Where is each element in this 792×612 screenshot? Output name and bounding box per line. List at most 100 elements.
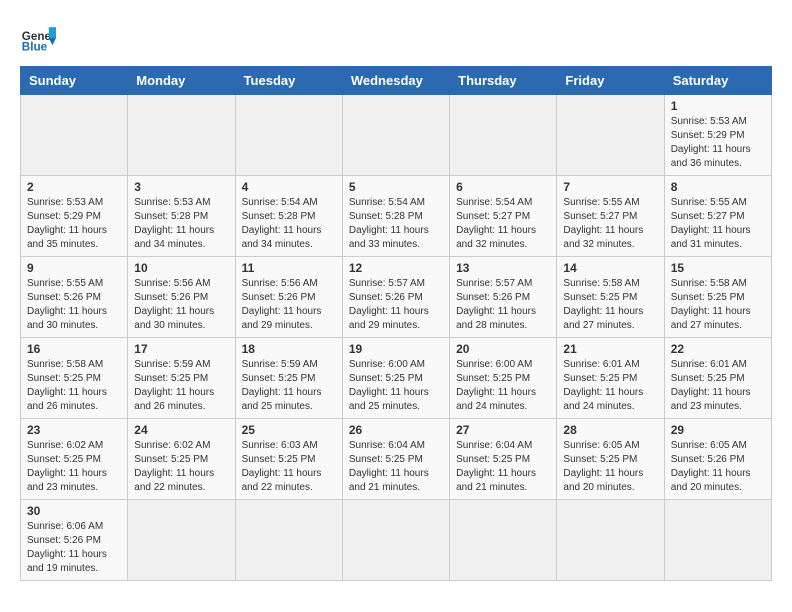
- calendar-cell: 25 Sunrise: 6:03 AMSunset: 5:25 PMDayligh…: [235, 419, 342, 500]
- day-info: Sunrise: 5:54 AMSunset: 5:28 PMDaylight:…: [349, 196, 443, 252]
- day-number: 2: [27, 180, 121, 194]
- day-info: Sunrise: 5:54 AMSunset: 5:27 PMDaylight:…: [456, 196, 550, 252]
- day-number: 22: [671, 342, 765, 356]
- day-number: 15: [671, 261, 765, 275]
- calendar-cell: [664, 500, 771, 581]
- calendar-cell: 16 Sunrise: 5:58 AMSunset: 5:25 PMDayligh…: [21, 338, 128, 419]
- day-info: Sunrise: 6:01 AMSunset: 5:25 PMDaylight:…: [563, 358, 657, 414]
- calendar-cell: 29 Sunrise: 6:05 AMSunset: 5:26 PMDayligh…: [664, 419, 771, 500]
- day-info: Sunrise: 5:55 AMSunset: 5:26 PMDaylight:…: [27, 277, 121, 333]
- day-info: Sunrise: 6:03 AMSunset: 5:25 PMDaylight:…: [242, 439, 336, 495]
- calendar-cell: [342, 500, 449, 581]
- day-info: Sunrise: 6:04 AMSunset: 5:25 PMDaylight:…: [349, 439, 443, 495]
- calendar-cell: 7 Sunrise: 5:55 AMSunset: 5:27 PMDaylight…: [557, 176, 664, 257]
- day-info: Sunrise: 6:04 AMSunset: 5:25 PMDaylight:…: [456, 439, 550, 495]
- day-info: Sunrise: 6:02 AMSunset: 5:25 PMDaylight:…: [134, 439, 228, 495]
- day-number: 10: [134, 261, 228, 275]
- calendar-cell: 26Sunrise: 6:04 AMSunset: 5:25 PMDayligh…: [342, 419, 449, 500]
- day-number: 17: [134, 342, 228, 356]
- day-number: 7: [563, 180, 657, 194]
- day-info: Sunrise: 5:56 AMSunset: 5:26 PMDaylight:…: [242, 277, 336, 333]
- calendar-cell: [342, 95, 449, 176]
- calendar-cell: 20 Sunrise: 6:00 AMSunset: 5:25 PMDayligh…: [450, 338, 557, 419]
- day-info: Sunrise: 5:57 AMSunset: 5:26 PMDaylight:…: [456, 277, 550, 333]
- day-number: 12: [349, 261, 443, 275]
- calendar-cell: 27 Sunrise: 6:04 AMSunset: 5:25 PMDayligh…: [450, 419, 557, 500]
- day-number: 8: [671, 180, 765, 194]
- calendar-cell: 4 Sunrise: 5:54 AMSunset: 5:28 PMDaylight…: [235, 176, 342, 257]
- day-number: 24: [134, 423, 228, 437]
- calendar-cell: 3 Sunrise: 5:53 AMSunset: 5:28 PMDaylight…: [128, 176, 235, 257]
- day-info: Sunrise: 5:58 AMSunset: 5:25 PMDaylight:…: [671, 277, 765, 333]
- weekday-header-saturday: Saturday: [664, 67, 771, 95]
- calendar-cell: [450, 95, 557, 176]
- day-number: 3: [134, 180, 228, 194]
- day-number: 20: [456, 342, 550, 356]
- weekday-header-tuesday: Tuesday: [235, 67, 342, 95]
- day-info: Sunrise: 5:59 AMSunset: 5:25 PMDaylight:…: [134, 358, 228, 414]
- weekday-header-sunday: Sunday: [21, 67, 128, 95]
- day-number: 9: [27, 261, 121, 275]
- calendar-cell: 22 Sunrise: 6:01 AMSunset: 5:25 PMDayligh…: [664, 338, 771, 419]
- calendar-cell: 11 Sunrise: 5:56 AMSunset: 5:26 PMDayligh…: [235, 257, 342, 338]
- weekday-header-friday: Friday: [557, 67, 664, 95]
- day-info: Sunrise: 5:59 AMSunset: 5:25 PMDaylight:…: [242, 358, 336, 414]
- day-number: 4: [242, 180, 336, 194]
- calendar-cell: 28 Sunrise: 6:05 AMSunset: 5:25 PMDayligh…: [557, 419, 664, 500]
- calendar-cell: 21 Sunrise: 6:01 AMSunset: 5:25 PMDayligh…: [557, 338, 664, 419]
- calendar-cell: [128, 500, 235, 581]
- day-number: 11: [242, 261, 336, 275]
- calendar-cell: 23 Sunrise: 6:02 AMSunset: 5:25 PMDayligh…: [21, 419, 128, 500]
- calendar-cell: 8Sunrise: 5:55 AMSunset: 5:27 PMDaylight…: [664, 176, 771, 257]
- day-info: Sunrise: 6:01 AMSunset: 5:25 PMDaylight:…: [671, 358, 765, 414]
- calendar-table: SundayMondayTuesdayWednesdayThursdayFrid…: [20, 66, 772, 581]
- calendar-cell: [235, 95, 342, 176]
- calendar-cell: 10 Sunrise: 5:56 AMSunset: 5:26 PMDayligh…: [128, 257, 235, 338]
- day-number: 16: [27, 342, 121, 356]
- day-number: 21: [563, 342, 657, 356]
- calendar-cell: 19Sunrise: 6:00 AMSunset: 5:25 PMDayligh…: [342, 338, 449, 419]
- calendar-cell: 5 Sunrise: 5:54 AMSunset: 5:28 PMDaylight…: [342, 176, 449, 257]
- day-number: 23: [27, 423, 121, 437]
- day-info: Sunrise: 6:05 AMSunset: 5:26 PMDaylight:…: [671, 439, 765, 495]
- day-number: 19: [349, 342, 443, 356]
- calendar-cell: [557, 95, 664, 176]
- day-number: 14: [563, 261, 657, 275]
- day-info: Sunrise: 6:00 AMSunset: 5:25 PMDaylight:…: [456, 358, 550, 414]
- calendar-cell: [557, 500, 664, 581]
- calendar-cell: 13 Sunrise: 5:57 AMSunset: 5:26 PMDayligh…: [450, 257, 557, 338]
- day-info: Sunrise: 5:53 AMSunset: 5:29 PMDaylight:…: [27, 196, 121, 252]
- day-number: 5: [349, 180, 443, 194]
- day-number: 29: [671, 423, 765, 437]
- day-info: Sunrise: 5:54 AMSunset: 5:28 PMDaylight:…: [242, 196, 336, 252]
- day-info: Sunrise: 6:06 AMSunset: 5:26 PMDaylight:…: [27, 520, 121, 576]
- calendar-cell: 24 Sunrise: 6:02 AMSunset: 5:25 PMDayligh…: [128, 419, 235, 500]
- calendar-cell: 6 Sunrise: 5:54 AMSunset: 5:27 PMDaylight…: [450, 176, 557, 257]
- calendar-cell: 14Sunrise: 5:58 AMSunset: 5:25 PMDayligh…: [557, 257, 664, 338]
- day-number: 13: [456, 261, 550, 275]
- calendar-cell: 1 Sunrise: 5:53 AMSunset: 5:29 PMDaylight…: [664, 95, 771, 176]
- day-number: 30: [27, 504, 121, 518]
- calendar-cell: 9 Sunrise: 5:55 AMSunset: 5:26 PMDaylight…: [21, 257, 128, 338]
- calendar-cell: 30 Sunrise: 6:06 AMSunset: 5:26 PMDayligh…: [21, 500, 128, 581]
- day-number: 25: [242, 423, 336, 437]
- calendar-cell: [128, 95, 235, 176]
- calendar-cell: 12Sunrise: 5:57 AMSunset: 5:26 PMDayligh…: [342, 257, 449, 338]
- day-info: Sunrise: 6:02 AMSunset: 5:25 PMDaylight:…: [27, 439, 121, 495]
- day-number: 1: [671, 99, 765, 113]
- calendar-cell: 2 Sunrise: 5:53 AMSunset: 5:29 PMDaylight…: [21, 176, 128, 257]
- day-info: Sunrise: 5:53 AMSunset: 5:29 PMDaylight:…: [671, 115, 765, 171]
- day-info: Sunrise: 5:58 AMSunset: 5:25 PMDaylight:…: [27, 358, 121, 414]
- calendar-cell: 17 Sunrise: 5:59 AMSunset: 5:25 PMDayligh…: [128, 338, 235, 419]
- weekday-header-monday: Monday: [128, 67, 235, 95]
- day-number: 27: [456, 423, 550, 437]
- day-info: Sunrise: 5:55 AMSunset: 5:27 PMDaylight:…: [563, 196, 657, 252]
- day-info: Sunrise: 6:05 AMSunset: 5:25 PMDaylight:…: [563, 439, 657, 495]
- calendar-cell: [235, 500, 342, 581]
- day-info: Sunrise: 5:56 AMSunset: 5:26 PMDaylight:…: [134, 277, 228, 333]
- day-number: 28: [563, 423, 657, 437]
- day-info: Sunrise: 5:53 AMSunset: 5:28 PMDaylight:…: [134, 196, 228, 252]
- svg-text:Blue: Blue: [22, 41, 48, 54]
- day-number: 6: [456, 180, 550, 194]
- day-number: 18: [242, 342, 336, 356]
